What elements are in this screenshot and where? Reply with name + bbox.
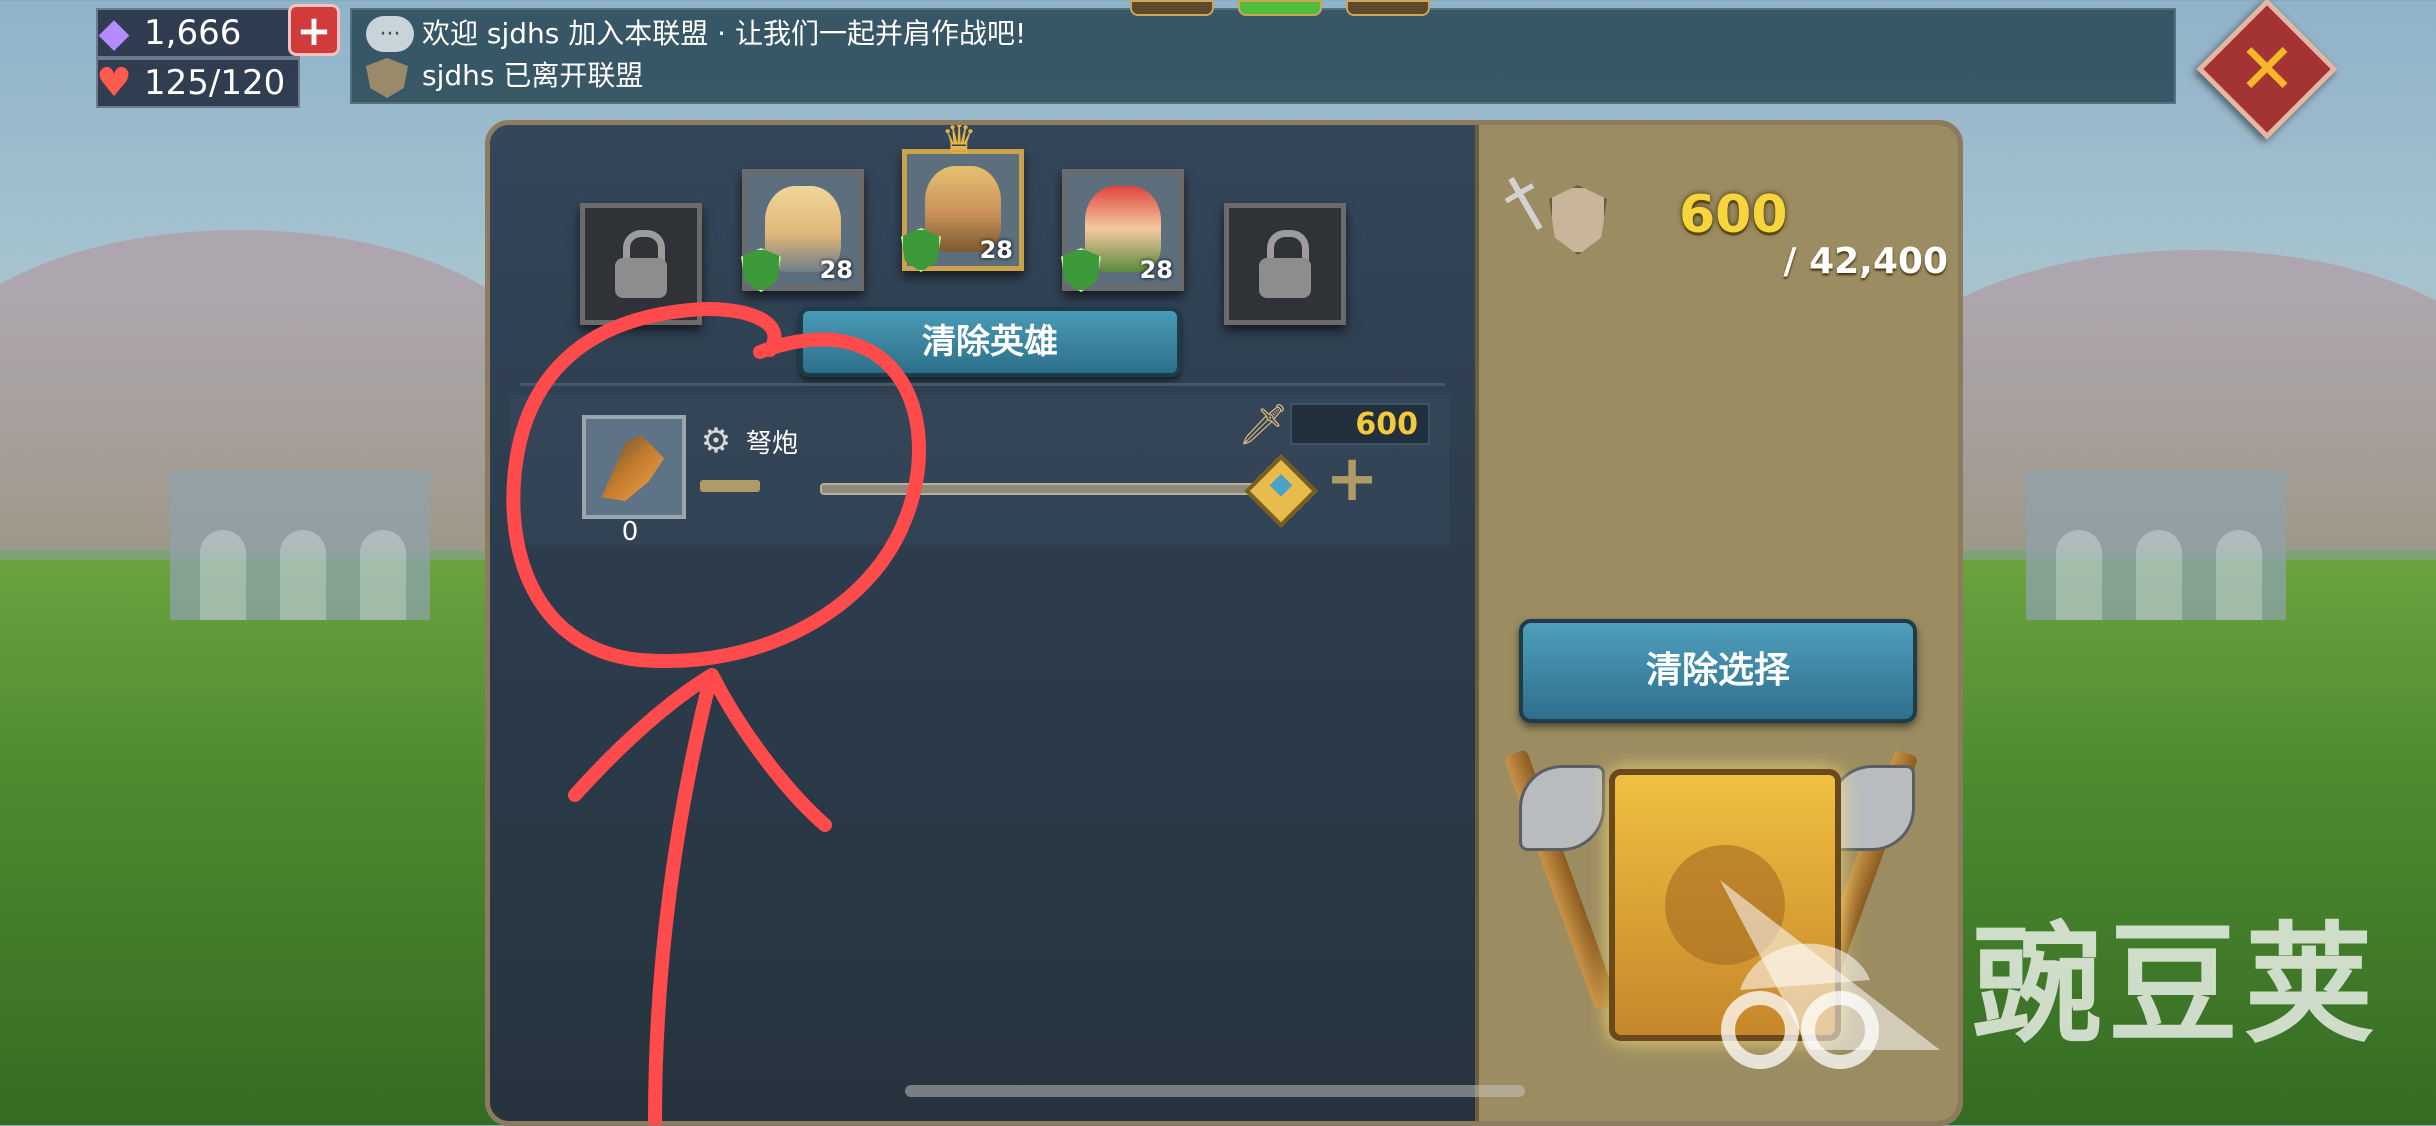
hero-slot-locked-5[interactable]	[1224, 203, 1346, 325]
close-icon: ✕	[2237, 28, 2297, 110]
total-power: 600	[1679, 185, 1788, 245]
background-ruin-right	[2026, 470, 2286, 620]
decrease-troop-button[interactable]	[700, 480, 760, 492]
troop-slider-track[interactable]	[820, 483, 1264, 495]
hero-level: 28	[979, 236, 1013, 264]
hero-level: 28	[1139, 256, 1173, 284]
clear-selection-button[interactable]: 清除选择	[1519, 619, 1917, 723]
watermark-logo	[1720, 880, 1940, 1069]
hero-rank-icon	[901, 228, 941, 272]
hero-slot-4[interactable]: 28	[1061, 169, 1184, 292]
gems-value: 1,666	[144, 13, 242, 53]
axe-head-left	[1519, 765, 1605, 851]
watermark-text: 豌豆荚	[1972, 909, 2381, 1061]
hero-rank-icon	[1061, 248, 1101, 292]
siege-type-icon: ⚙	[700, 421, 732, 461]
lock-icon	[1257, 230, 1313, 298]
troop-name: 弩炮	[746, 429, 799, 459]
lock-icon	[613, 230, 669, 298]
stamina-counter: ♥ 125/120	[96, 58, 300, 108]
alliance-shield-icon	[366, 58, 408, 98]
tab-2[interactable]	[1238, 0, 1322, 16]
hero-slot-3[interactable]: ♛ 28	[901, 125, 1024, 272]
tab-3[interactable]	[1346, 0, 1430, 16]
crown-icon: ♛	[941, 120, 977, 163]
troop-selection-area: 28 ♛ 28 28 清除英雄 0 ⚙ 弩炮 🗡 600 +	[490, 125, 1475, 1121]
hero-level: 28	[819, 256, 853, 284]
power-shield-icon: †	[1489, 158, 1611, 271]
buy-gems-button[interactable]: +	[288, 4, 340, 56]
hero-slot-2[interactable]: 28	[741, 169, 864, 292]
background-ruin-left	[170, 470, 430, 620]
close-button[interactable]: ✕	[2196, 0, 2338, 140]
clear-heroes-button[interactable]: 清除英雄	[799, 307, 1181, 377]
plus-icon: +	[296, 5, 332, 55]
chat-message-1: 欢迎 sjdhs 加入本联盟 · 让我们一起并肩作战吧!	[422, 17, 1027, 50]
alliance-chat-bar[interactable]: ··· 欢迎 sjdhs 加入本联盟 · 让我们一起并肩作战吧! sjdhs 已…	[350, 8, 2176, 104]
tab-1[interactable]	[1130, 0, 1214, 16]
hero-rank-icon	[741, 248, 781, 292]
max-power: / 42,400	[1783, 241, 1948, 282]
heart-icon: ♥	[96, 60, 132, 106]
ballista-icon[interactable]	[582, 415, 686, 519]
home-indicator[interactable]	[905, 1085, 1525, 1097]
chat-message-2: sjdhs 已离开联盟	[422, 59, 644, 92]
top-tabs	[1130, 0, 1430, 16]
hero-slot-locked-1[interactable]	[580, 203, 702, 325]
sword-icon: 🗡	[1238, 402, 1289, 448]
troop-slider-thumb[interactable]	[1244, 454, 1318, 528]
troop-count: 0	[621, 517, 639, 547]
troop-row: 0 ⚙ 弩炮 🗡 600 +	[510, 395, 1450, 547]
increase-troop-button[interactable]: +	[1322, 447, 1382, 511]
gem-icon: ◆	[98, 10, 130, 56]
gems-counter: ◆ 1,666	[96, 8, 300, 58]
stamina-value: 125/120	[144, 63, 286, 103]
troop-power-value: 600	[1290, 403, 1430, 445]
chat-bubble-icon: ···	[366, 16, 414, 52]
divider	[520, 383, 1445, 386]
